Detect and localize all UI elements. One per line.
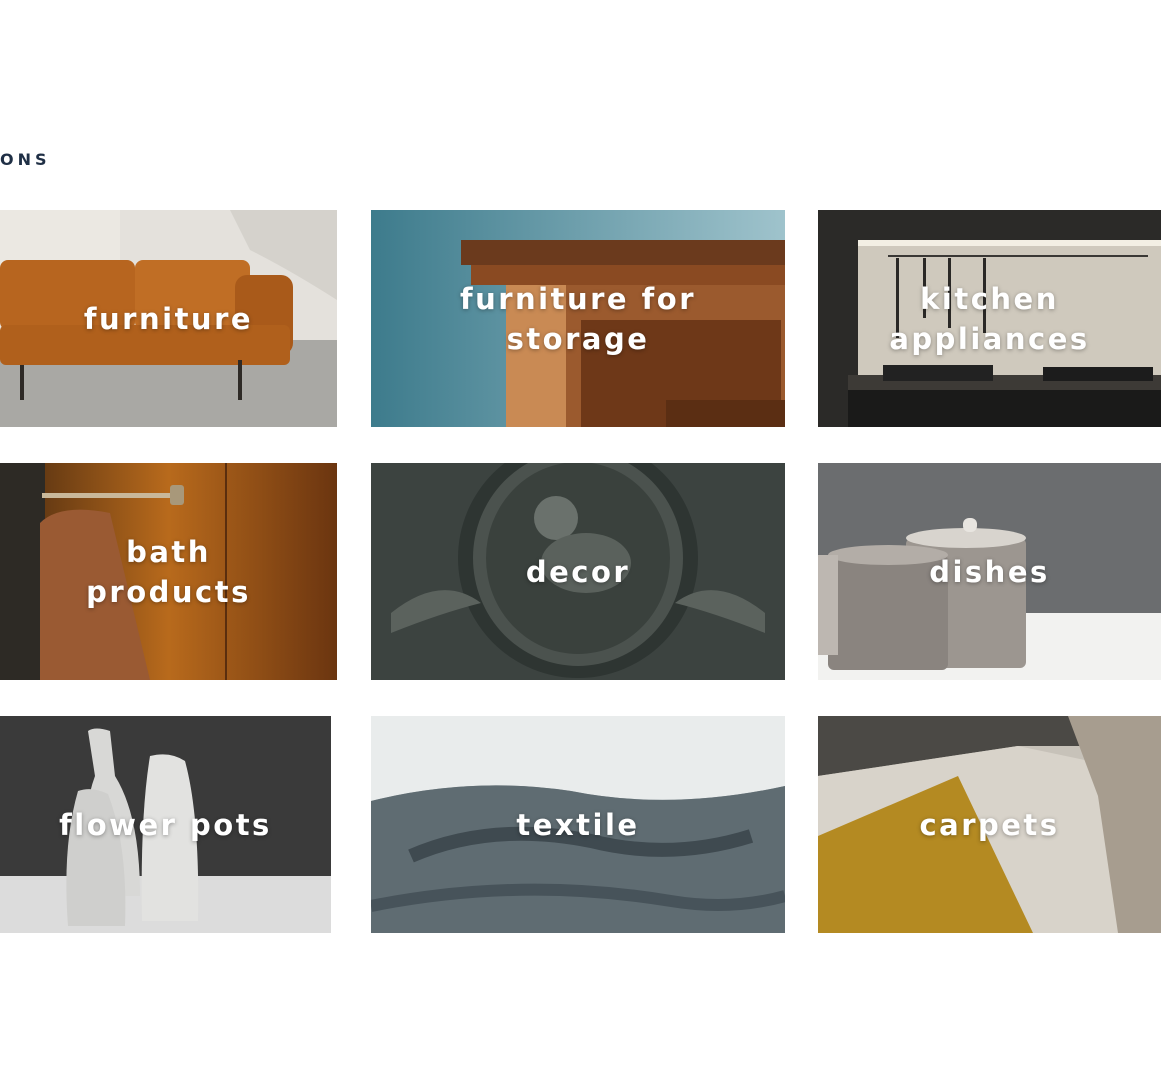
category-tile-textile[interactable]: textile	[371, 716, 785, 933]
category-label: decor	[525, 554, 631, 589]
category-label: bath products	[86, 534, 251, 609]
category-tile-furniture-for-storage[interactable]: furniture for storage	[371, 210, 785, 427]
category-tile-furniture[interactable]: furniture	[0, 210, 337, 427]
category-tile-kitchen-appliances[interactable]: kitchen appliances	[818, 210, 1161, 427]
category-tile-flower-pots[interactable]: flower pots	[0, 716, 331, 933]
category-tile-decor[interactable]: decor	[371, 463, 785, 680]
section-heading: ONS	[0, 150, 51, 169]
category-label: carpets	[919, 807, 1060, 842]
category-tile-dishes[interactable]: dishes	[818, 463, 1161, 680]
category-label: kitchen appliances	[889, 281, 1090, 356]
category-label: furniture	[83, 301, 254, 336]
category-label: furniture for storage	[459, 281, 697, 356]
category-label: textile	[516, 807, 640, 842]
category-label: flower pots	[59, 807, 272, 842]
category-label: dishes	[929, 554, 1050, 589]
category-tile-bath-products[interactable]: bath products	[0, 463, 337, 680]
category-tile-carpets[interactable]: carpets	[818, 716, 1161, 933]
